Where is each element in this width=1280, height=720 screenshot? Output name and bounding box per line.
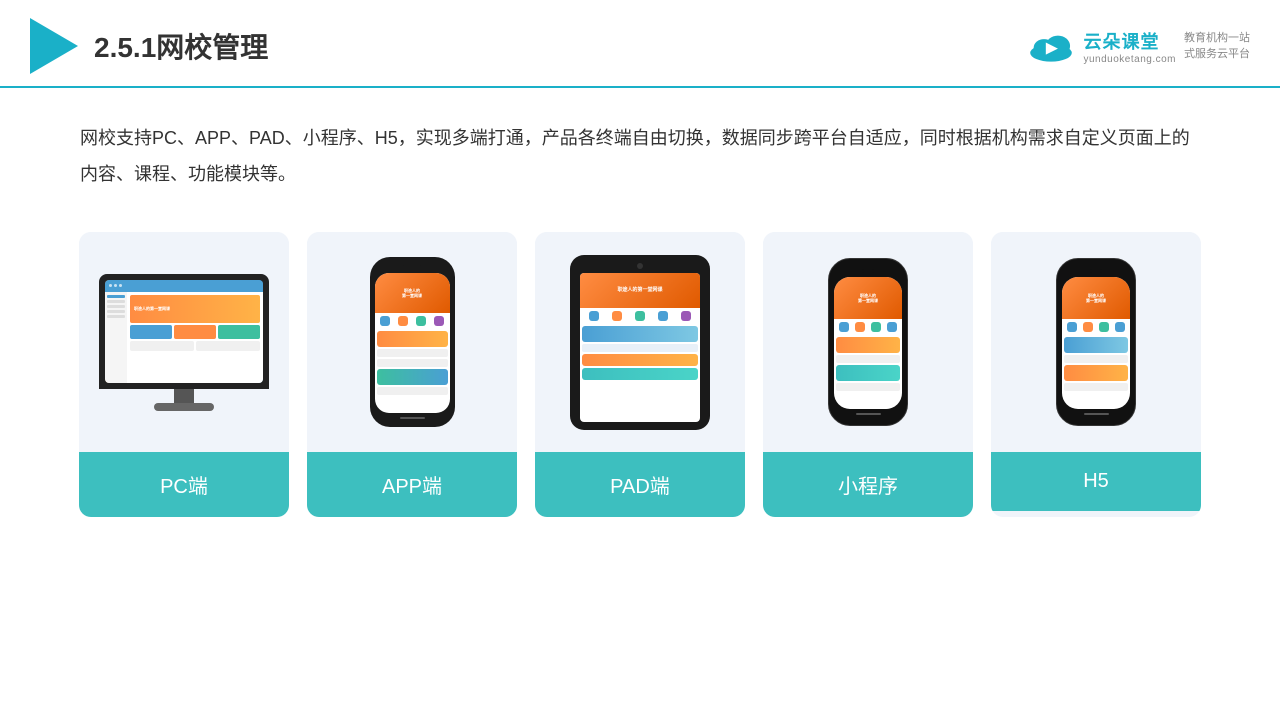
miniprogram-card: 职途人的第一堂网课 — [763, 232, 973, 517]
phone-mockup: 职途人的第一堂网课 — [370, 257, 455, 427]
pc-card: 职途人的第一堂网课 — [79, 232, 289, 517]
miniprogram-image-area: 职途人的第一堂网课 — [763, 232, 973, 452]
pad-image-area: 职途人的第一堂网课 — [535, 232, 745, 452]
pc-monitor-icon: 职途人的第一堂网课 — [99, 274, 269, 411]
brand-tagline: 教育机构一站 式服务云平台 — [1184, 30, 1250, 63]
app-label: APP端 — [307, 452, 517, 517]
h5-phone-mockup: 职途人的第一堂网课 — [1056, 258, 1136, 426]
header-left: 2.5.1网校管理 — [30, 18, 268, 74]
miniprogram-label: 小程序 — [763, 452, 973, 517]
brand-name-group: 云朵课堂 yunduoketang.com — [1083, 28, 1176, 65]
brand-name: 云朵课堂 — [1083, 28, 1176, 54]
page-title: 2.5.1网校管理 — [94, 26, 268, 66]
brand-url: yunduoketang.com — [1083, 54, 1176, 65]
description-text: 网校支持PC、APP、PAD、小程序、H5，实现多端打通，产品各终端自由切换，数… — [0, 88, 1280, 212]
h5-image-area: 职途人的第一堂网课 — [991, 232, 1201, 452]
miniprogram-phone-mockup: 职途人的第一堂网课 — [828, 258, 908, 426]
header: 2.5.1网校管理 云朵课堂 yunduoketang.com 教育机构一站 式… — [0, 0, 1280, 88]
device-cards-container: 职途人的第一堂网课 — [0, 212, 1280, 537]
pad-label: PAD端 — [535, 452, 745, 517]
pc-image-area: 职途人的第一堂网课 — [79, 232, 289, 452]
pc-label: PC端 — [79, 452, 289, 517]
pad-card: 职途人的第一堂网课 — [535, 232, 745, 517]
brand-icon: 云朵课堂 yunduoketang.com — [1025, 28, 1176, 65]
cloud-icon — [1025, 28, 1077, 64]
play-triangle-icon — [30, 18, 78, 74]
brand-logo-area: 云朵课堂 yunduoketang.com 教育机构一站 式服务云平台 — [1025, 28, 1250, 65]
tablet-mockup: 职途人的第一堂网课 — [570, 255, 710, 430]
app-image-area: 职途人的第一堂网课 — [307, 232, 517, 452]
h5-card: 职途人的第一堂网课 — [991, 232, 1201, 517]
app-card: 职途人的第一堂网课 — [307, 232, 517, 517]
h5-label: H5 — [991, 452, 1201, 511]
